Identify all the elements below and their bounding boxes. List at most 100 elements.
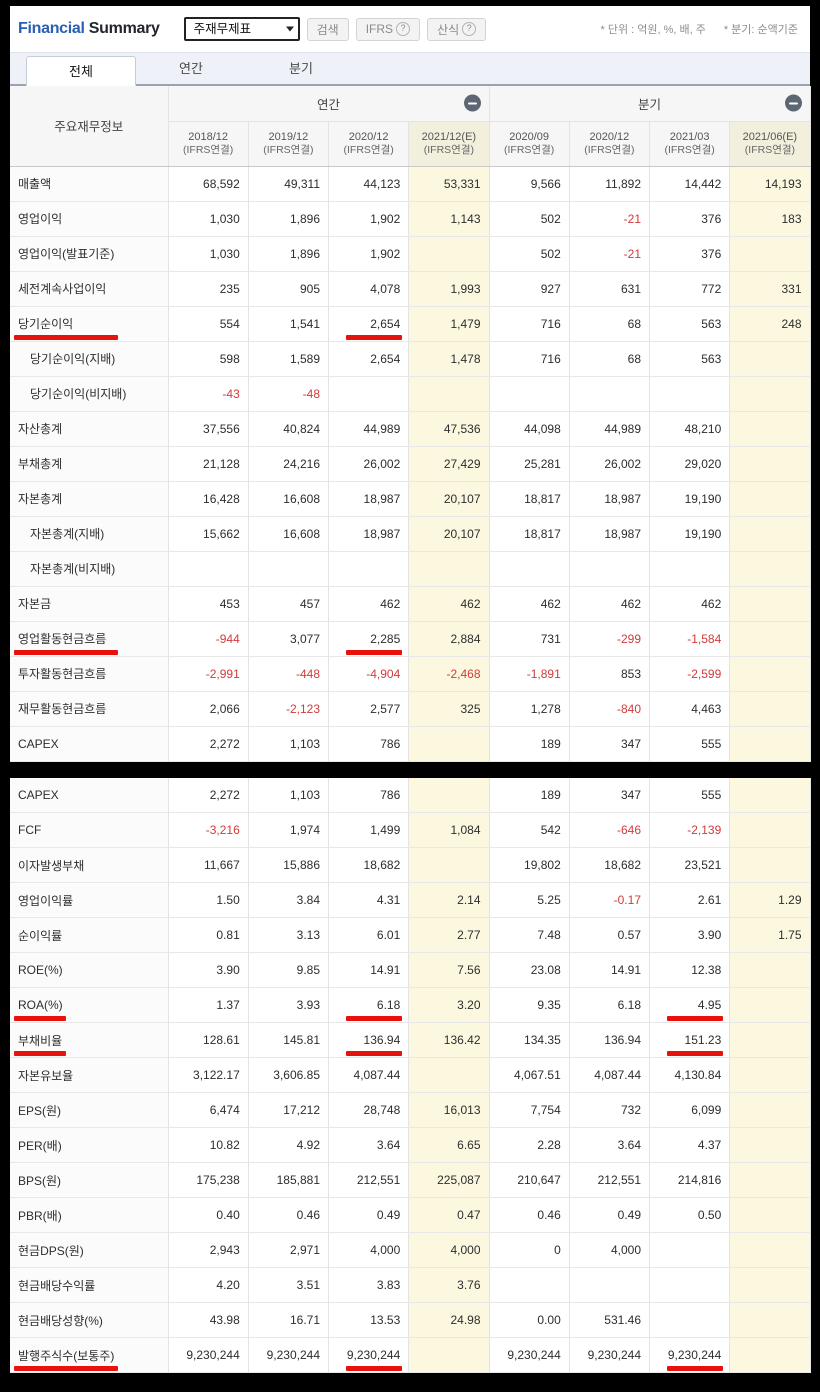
cell-value: 15,886: [248, 847, 330, 883]
cell-value: 9,230,244: [569, 1337, 651, 1373]
row-label: ROE(%): [10, 952, 169, 988]
cell-value: 23.08: [489, 952, 570, 988]
cell-value: 0.46: [248, 1197, 330, 1233]
cell-value: 502: [489, 236, 570, 272]
cell-value: 462: [328, 586, 410, 622]
table-row: 당기순이익(비지배) -43 -48: [10, 376, 811, 412]
cell-value: 3.51: [248, 1267, 330, 1303]
cell-value: 0.47: [408, 1197, 490, 1233]
column-header-2021/03: 2021/03 (IFRS연결): [649, 121, 731, 167]
cell-value: 376: [649, 201, 731, 237]
cell-value: 53,331: [408, 166, 490, 202]
table-body-top: 매출액 68,592 49,311 44,123 53,331 9,566 11,892 14…: [10, 166, 811, 762]
cell-value: 210,647: [489, 1162, 570, 1198]
cell-value: [729, 551, 811, 587]
table-row: 부채총계 21,128 24,216 26,002 27,429 25,281 26,002…: [10, 446, 811, 482]
column-period: 2021/12(E): [421, 130, 477, 143]
cell-value: 151.23: [649, 1022, 731, 1058]
cell-value: 2,971: [248, 1232, 330, 1268]
column-header-2021/06(E): 2021/06(E) (IFRS연결): [729, 121, 811, 167]
cell-value: 853: [569, 656, 651, 692]
tab-2[interactable]: 분기: [246, 54, 356, 84]
cell-value: 18,817: [489, 516, 570, 552]
cell-value: 1.50: [168, 882, 249, 918]
cell-value: [729, 586, 811, 622]
table-row: 매출액 68,592 49,311 44,123 53,331 9,566 11,892 14…: [10, 166, 811, 202]
cell-value: 462: [649, 586, 731, 622]
page-title-blue: Financial: [18, 20, 85, 37]
cell-value: -0.17: [569, 882, 651, 918]
cell-value: 1,974: [248, 812, 330, 848]
column-basis: (IFRS연결): [584, 143, 635, 156]
search-button[interactable]: 검색: [306, 17, 349, 41]
cell-value: 14,442: [649, 166, 731, 202]
cell-value: 16,608: [248, 481, 330, 517]
cell-value: 20,107: [408, 516, 490, 552]
cell-value: [729, 1127, 811, 1163]
cell-value: 347: [569, 777, 651, 813]
cell-value: 4,130.84: [649, 1057, 731, 1093]
row-label: 당기순이익(지배): [10, 341, 169, 377]
cell-value: -2,991: [168, 656, 249, 692]
row-label: 현금DPS(원): [10, 1232, 169, 1268]
cell-value: [248, 551, 330, 587]
cell-value: 2,884: [408, 621, 490, 657]
cell-value: 14.91: [569, 952, 651, 988]
cell-value: [729, 847, 811, 883]
table-row: 현금배당성향(%) 43.98 16.71 13.53 24.98 0.00 531.46: [10, 1302, 811, 1338]
table-row: 자본총계(비지배): [10, 551, 811, 587]
minus-circle-icon[interactable]: [463, 94, 481, 112]
column-period: 2021/03: [669, 130, 710, 143]
cell-value: [408, 1057, 490, 1093]
column-header-2018/12: 2018/12 (IFRS연결): [168, 121, 249, 167]
cell-value: 554: [168, 306, 249, 342]
cell-value: 1,479: [408, 306, 490, 342]
cell-value: 4,000: [569, 1232, 651, 1268]
row-label: 영업이익률: [10, 882, 169, 918]
cell-value: -21: [569, 236, 651, 272]
cell-value: [649, 1267, 731, 1303]
cell-value: [168, 551, 249, 587]
cell-value: 0.50: [649, 1197, 731, 1233]
cell-value: 1,103: [248, 777, 330, 813]
minus-circle-icon[interactable]: [784, 94, 802, 112]
cell-value: 235: [168, 271, 249, 307]
row-label: 순이익률: [10, 917, 169, 953]
cell-value: 2,066: [168, 691, 249, 727]
cell-value: 0.46: [489, 1197, 570, 1233]
row-label: 투자활동현금흐름: [10, 656, 169, 692]
cell-value: 1,896: [248, 201, 330, 237]
formula-help-button[interactable]: 산식?: [427, 17, 487, 41]
row-header-label: 주요재무정보: [10, 86, 169, 167]
column-basis: (IFRS연결): [744, 143, 796, 156]
tab-0[interactable]: 전체: [26, 56, 136, 86]
table-row: 자본총계(지배) 15,662 16,608 18,987 20,107 18,817 18…: [10, 516, 811, 552]
tab-1[interactable]: 연간: [136, 54, 246, 84]
cell-value: 1,278: [489, 691, 570, 727]
cell-value: [729, 952, 811, 988]
column-period: 2019/12: [268, 130, 309, 143]
cell-value: 3.13: [248, 917, 330, 953]
cell-value: 128.61: [168, 1022, 249, 1058]
cell-value: 2.77: [408, 917, 490, 953]
cell-value: 731: [489, 621, 570, 657]
cell-value: 563: [649, 306, 731, 342]
ifrs-help-button[interactable]: IFRS?: [355, 17, 421, 41]
row-label: 현금배당성향(%): [10, 1302, 169, 1338]
cell-value: [408, 236, 490, 272]
cell-value: 9,230,244: [649, 1337, 731, 1373]
cell-value: 9,230,244: [248, 1337, 330, 1373]
column-header-2021/12(E): 2021/12(E) (IFRS연결): [408, 121, 490, 167]
cell-value: 3,122.17: [168, 1057, 249, 1093]
cell-value: 44,098: [489, 411, 570, 447]
cell-value: 68,592: [168, 166, 249, 202]
cell-value: 3,077: [248, 621, 330, 657]
cell-value: [729, 777, 811, 813]
cell-value: 7.48: [489, 917, 570, 953]
statement-select[interactable]: 주재무제표연결별도: [183, 17, 300, 41]
cell-value: 6,099: [649, 1092, 731, 1128]
tab-label: 분기: [289, 61, 313, 76]
cell-value: 3.20: [408, 987, 490, 1023]
cell-value: 43.98: [168, 1302, 249, 1338]
table-row: 현금배당수익률 4.20 3.51 3.83 3.76: [10, 1267, 811, 1303]
